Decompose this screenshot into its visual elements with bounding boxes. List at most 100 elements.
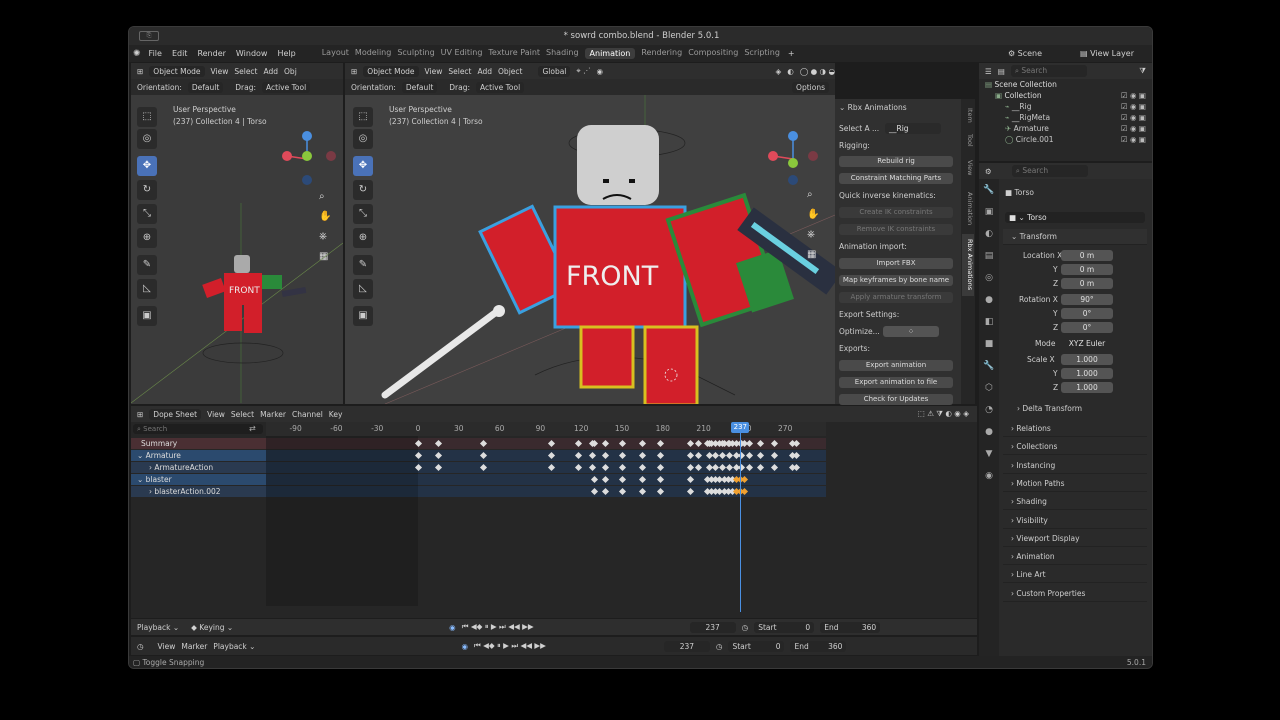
editor-type-icon[interactable]: ☰	[985, 67, 992, 76]
grid-icon[interactable]: ▦	[807, 249, 816, 260]
view-layer-selector[interactable]: ▤ View Layer	[1080, 49, 1134, 58]
keyframe[interactable]	[686, 487, 694, 496]
keyframe[interactable]	[725, 463, 733, 472]
location-x-field[interactable]: 0 m	[1061, 250, 1113, 261]
keyframe[interactable]	[686, 451, 694, 460]
section-animation[interactable]: › Animation	[1003, 549, 1147, 566]
menu-window[interactable]: Window	[236, 49, 268, 58]
object-mode-dropdown[interactable]: Object Mode	[363, 65, 419, 77]
scale-tool-icon[interactable]: ⤡	[353, 204, 373, 224]
keyframe[interactable]	[694, 439, 702, 448]
move-tool-icon[interactable]: ✥	[353, 156, 373, 176]
keyframe[interactable]	[792, 439, 800, 448]
pan-hand-icon[interactable]: ✋	[807, 209, 819, 220]
keyframe[interactable]	[479, 451, 487, 460]
workspace-tab-compositing[interactable]: Compositing	[688, 48, 738, 59]
section-collections[interactable]: › Collections	[1003, 439, 1147, 456]
rotate-tool-icon[interactable]: ↻	[353, 180, 373, 200]
keyframe[interactable]	[686, 439, 694, 448]
sidebar-tab-view[interactable]: View	[962, 155, 974, 181]
keyframe[interactable]	[479, 463, 487, 472]
keyframe[interactable]	[770, 451, 778, 460]
cursor-tool-icon[interactable]: ◎	[137, 129, 157, 149]
playback-menu[interactable]: Playback ⌄	[137, 623, 179, 632]
start-frame-field[interactable]: Start 0	[754, 621, 815, 633]
select-tool-icon[interactable]: ⬚	[137, 107, 157, 127]
rotate-tool-icon[interactable]: ↻	[137, 180, 157, 200]
keyframe[interactable]	[694, 463, 702, 472]
keyframe[interactable]	[638, 487, 646, 496]
transport-controls[interactable]: ⏮ ◀◆ ⏸ ▶ ⏭ ◀◀ ▶▶	[462, 622, 534, 632]
keyframe[interactable]	[591, 475, 599, 484]
keyframe-area[interactable]	[131, 436, 977, 606]
keyframe[interactable]	[746, 463, 754, 472]
keyframe[interactable]	[602, 475, 610, 484]
annotate-tool-icon[interactable]: ✎	[353, 255, 373, 275]
keyframe[interactable]	[757, 451, 765, 460]
channel-menu[interactable]: Channel	[292, 410, 323, 419]
select-menu[interactable]: Select	[231, 410, 254, 419]
dope-filter-icons[interactable]: ⬚ ⚠ ⧩ ◐ ◉ ◈	[918, 409, 969, 419]
transform-orientation-dropdown[interactable]: Global	[538, 65, 571, 77]
keyframe[interactable]	[602, 439, 610, 448]
section-shading[interactable]: › Shading	[1003, 494, 1147, 511]
outliner-item[interactable]: ▤ Scene Collection	[979, 79, 1152, 90]
orientation-dropdown[interactable]: Default	[401, 81, 438, 93]
keyframe[interactable]	[792, 451, 800, 460]
view-menu[interactable]: View	[207, 410, 225, 419]
end-frame-field[interactable]: End 360	[820, 621, 881, 633]
keyframe[interactable]	[694, 451, 702, 460]
sidebar-tab-tool[interactable]: Tool	[962, 129, 974, 151]
select-menu[interactable]: Select	[234, 67, 257, 76]
proportional-icon[interactable]: ◉	[597, 67, 604, 76]
editor-type-icon[interactable]: ⊞	[137, 410, 143, 419]
auto-key-icon[interactable]: ◉	[449, 623, 456, 632]
outliner-search[interactable]: ⌕ Search	[1010, 65, 1087, 77]
rotation-mode-dropdown[interactable]: XYZ Euler	[1061, 338, 1113, 349]
object-menu[interactable]: Obj	[284, 67, 297, 76]
sidebar-tab-item[interactable]: Item	[962, 105, 974, 125]
keyframe[interactable]	[588, 451, 596, 460]
timeline-playback-menu[interactable]: Playback ⌄	[213, 642, 255, 651]
editor-type-icon[interactable]: ⊞	[351, 67, 357, 76]
keyframe[interactable]	[602, 451, 610, 460]
remove-ik-button[interactable]: Remove IK constraints	[839, 224, 953, 235]
keyframe[interactable]	[757, 439, 765, 448]
workspace-tab-animation[interactable]: Animation	[584, 48, 636, 59]
keyframe[interactable]	[434, 439, 442, 448]
current-frame-field[interactable]: 237	[663, 640, 710, 652]
keyframe[interactable]	[656, 463, 664, 472]
keyframe[interactable]	[434, 463, 442, 472]
visibility-icons[interactable]: ☑ ◉ ▣	[1121, 101, 1146, 112]
keyframe[interactable]	[618, 487, 626, 496]
visibility-icons[interactable]: ☑ ◉ ▣	[1121, 112, 1146, 123]
transport-controls[interactable]: ⏮ ◀◆ ⏸ ▶ ⏭ ◀◀ ▶▶	[474, 641, 546, 651]
orientation-dropdown[interactable]: Default	[187, 81, 224, 93]
view-menu[interactable]: View	[211, 67, 229, 76]
zoom-icon[interactable]: ⌕	[319, 191, 325, 202]
keyframe[interactable]	[618, 451, 626, 460]
left-viewport[interactable]: ⊞ Object Mode View Select Add Obj Orient…	[131, 63, 343, 404]
snap-icon[interactable]: ⌖ ⋰	[576, 66, 590, 76]
menu-file[interactable]: File	[149, 49, 162, 58]
keyframe[interactable]	[738, 451, 746, 460]
workspace-tab-uv-editing[interactable]: UV Editing	[441, 48, 483, 59]
location-y-field[interactable]: 0 m	[1061, 264, 1113, 275]
location-z-field[interactable]: 0 m	[1061, 278, 1113, 289]
outliner-item[interactable]: ◯ Circle.001 ☑ ◉ ▣	[979, 134, 1152, 145]
keyframe[interactable]	[434, 451, 442, 460]
move-tool-icon[interactable]: ✥	[137, 156, 157, 176]
visibility-icons[interactable]: ☑ ◉ ▣	[1121, 134, 1146, 145]
keyframe[interactable]	[574, 439, 583, 448]
keyframe[interactable]	[638, 475, 646, 484]
optimize-toggle[interactable]: ⁘	[883, 326, 939, 337]
window-layout-icon[interactable]: ⎘	[139, 31, 159, 41]
blender-logo-icon[interactable]: ✺	[133, 49, 141, 59]
keyframe[interactable]	[725, 451, 733, 460]
keyframe[interactable]	[656, 487, 664, 496]
keying-menu[interactable]: ◆ Keying ⌄	[191, 623, 233, 632]
export-animation-button[interactable]: Export animation	[839, 360, 953, 371]
section-visibility[interactable]: › Visibility	[1003, 512, 1147, 529]
rebuild-rig-button[interactable]: Rebuild rig	[839, 156, 953, 167]
visibility-icons[interactable]: ☑ ◉ ▣	[1121, 90, 1146, 101]
